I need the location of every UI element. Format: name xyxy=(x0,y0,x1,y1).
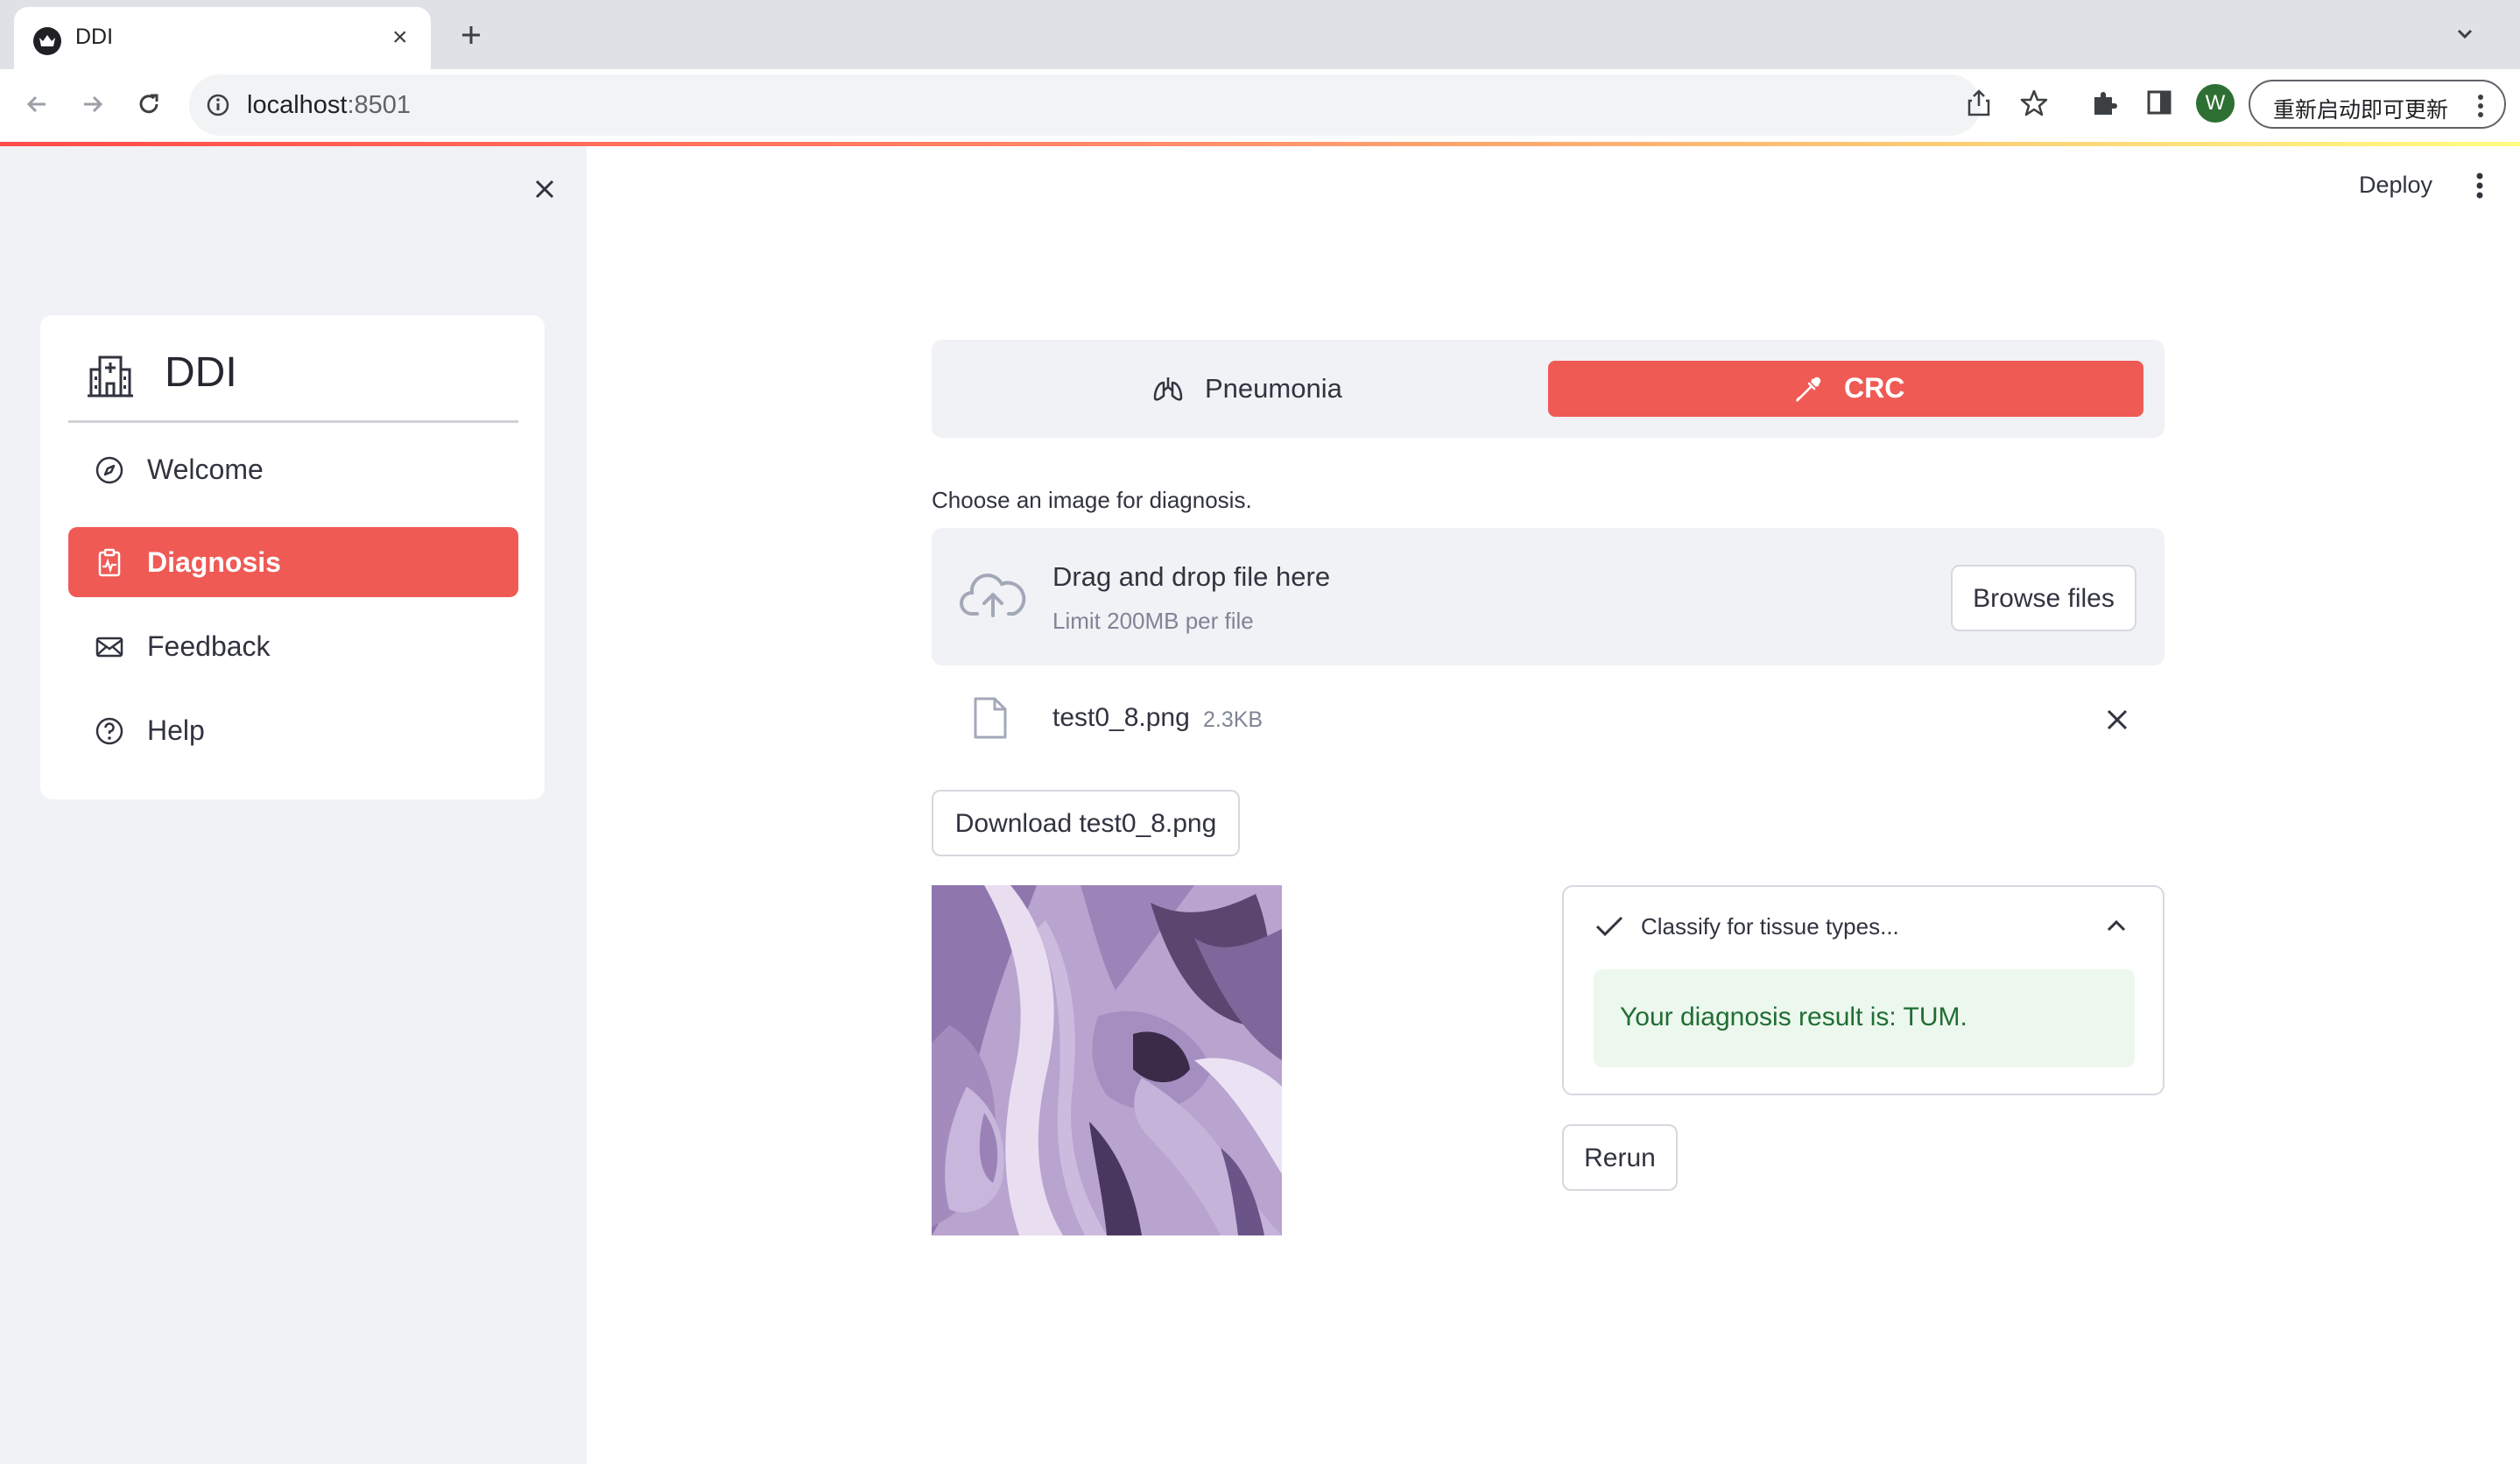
clipboard-pulse-icon xyxy=(95,548,124,578)
cloud-upload-icon xyxy=(960,570,1026,619)
eyedropper-icon xyxy=(1793,373,1825,405)
rerun-button[interactable]: Rerun xyxy=(1562,1124,1678,1191)
address-bar[interactable]: localhost:8501 xyxy=(189,74,1981,136)
browse-files-button[interactable]: Browse files xyxy=(1951,565,2136,631)
lungs-icon xyxy=(1152,375,1184,403)
menu-title: DDI xyxy=(165,349,237,396)
sidebar-item-help[interactable]: Help xyxy=(68,695,518,765)
reload-icon[interactable] xyxy=(133,88,165,120)
download-button[interactable]: Download test0_8.png xyxy=(932,790,1240,856)
close-tab-icon[interactable]: × xyxy=(392,25,408,51)
sidebar-item-feedback[interactable]: Feedback xyxy=(68,611,518,681)
share-icon[interactable] xyxy=(1965,88,1993,118)
site-info-icon[interactable] xyxy=(205,92,231,118)
download-label: Download test0_8.png xyxy=(954,809,1217,838)
file-dropzone[interactable]: Drag and drop file here Limit 200MB per … xyxy=(932,528,2165,665)
sidebar-item-diagnosis[interactable]: Diagnosis xyxy=(68,527,518,597)
sidebar-item-label: Help xyxy=(147,714,205,746)
option-menu: DDI Welcome Diagnosis Feedback Help xyxy=(40,315,545,799)
bookmark-star-icon[interactable] xyxy=(2019,88,2049,118)
browser-toolbar: localhost:8501 W 重新启动即可更新 xyxy=(0,69,2520,144)
dropzone-instructions: Drag and drop file here xyxy=(1052,561,1331,592)
envelope-icon xyxy=(95,632,124,662)
sidebar-item-welcome[interactable]: Welcome xyxy=(68,434,518,504)
streamlit-crown-icon xyxy=(33,27,61,55)
compass-icon xyxy=(95,455,124,485)
dropzone-limit: Limit 200MB per file xyxy=(1052,608,1254,634)
side-panel-icon[interactable] xyxy=(2145,88,2173,116)
diagnosis-result-text: Your diagnosis result is: TUM. xyxy=(1620,1003,1967,1031)
tab-label: Pneumonia xyxy=(1205,373,1342,404)
sidebar-item-label: Welcome xyxy=(147,454,264,485)
close-sidebar-icon[interactable] xyxy=(529,173,560,205)
browser-tab-title: DDI xyxy=(75,25,114,49)
check-icon xyxy=(1594,913,1625,940)
uploaded-file-row: test0_8.png 2.3KB xyxy=(932,692,2165,750)
forward-arrow-icon[interactable] xyxy=(77,88,109,120)
file-size: 2.3KB xyxy=(1203,707,1264,732)
back-arrow-icon[interactable] xyxy=(21,88,53,120)
more-vertical-icon xyxy=(2476,94,2485,118)
extensions-puzzle-icon[interactable] xyxy=(2089,88,2119,118)
tab-pneumonia[interactable]: Pneumonia xyxy=(932,361,1545,417)
tab-label: CRC xyxy=(1844,372,1905,404)
hospital-icon xyxy=(86,350,135,399)
relaunch-update-label: 重新启动即可更新 xyxy=(2273,97,2449,123)
remove-file-icon[interactable] xyxy=(2103,706,2131,734)
chevron-up-icon[interactable] xyxy=(2105,917,2128,934)
deploy-button[interactable]: Deploy xyxy=(2359,172,2432,199)
model-selector: Pneumonia CRC xyxy=(932,340,2165,438)
browser-tab-strip: DDI × xyxy=(0,0,2520,69)
uploader-label: Choose an image for diagnosis. xyxy=(932,487,1252,513)
file-icon xyxy=(972,697,1007,739)
classification-status[interactable]: Classify for tissue types... Your diagno… xyxy=(1562,885,2165,1095)
menu-divider xyxy=(68,420,518,423)
tab-crc[interactable]: CRC xyxy=(1548,361,2143,417)
new-tab-button[interactable] xyxy=(454,18,489,53)
status-label: Classify for tissue types... xyxy=(1641,913,1899,940)
relaunch-update-button[interactable]: 重新启动即可更新 xyxy=(2249,80,2506,129)
uploaded-tissue-image xyxy=(932,885,1282,1235)
browse-files-label: Browse files xyxy=(1973,584,2115,613)
diagnosis-result-alert: Your diagnosis result is: TUM. xyxy=(1594,969,2135,1067)
question-circle-icon xyxy=(95,716,124,746)
sidebar-item-label: Feedback xyxy=(147,630,271,662)
main-menu-icon[interactable] xyxy=(2474,172,2485,200)
sidebar-item-label: Diagnosis xyxy=(147,546,281,578)
tab-search-chevron-icon[interactable] xyxy=(2452,21,2478,47)
rerun-label: Rerun xyxy=(1584,1144,1656,1172)
browser-tab[interactable]: DDI × xyxy=(14,7,431,69)
profile-avatar[interactable]: W xyxy=(2196,84,2235,123)
file-name: test0_8.png xyxy=(1052,703,1190,732)
menu-header: DDI xyxy=(40,315,545,422)
address-url: localhost:8501 xyxy=(247,91,412,119)
